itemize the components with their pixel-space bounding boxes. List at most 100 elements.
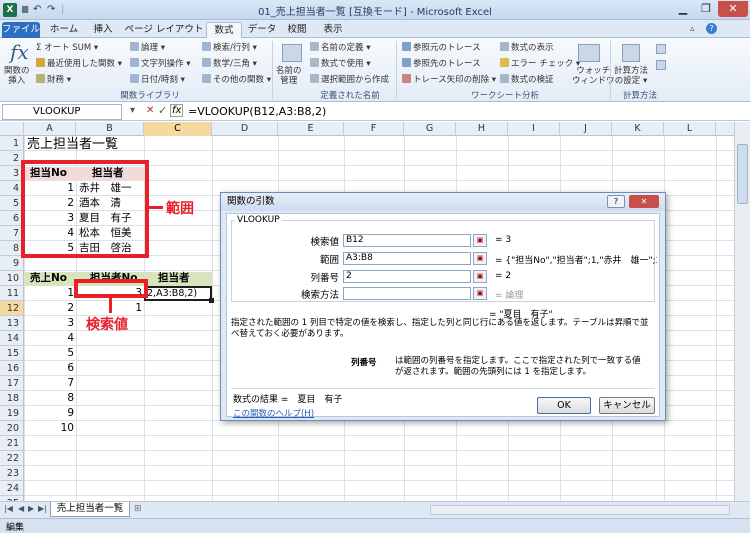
last-sheet-icon[interactable]: ▶| [38,504,47,513]
horizontal-scrollbar[interactable] [430,505,730,515]
row-header[interactable]: 20 [0,421,24,436]
error-check-button[interactable]: エラー チェック ▾ [500,57,580,69]
table2-sales-no[interactable]: 4 [24,331,74,346]
datetime-button[interactable]: 日付/時刻 ▾ [130,73,185,85]
help-icon[interactable]: ? [706,23,717,34]
table2-sales-no[interactable]: 10 [24,421,74,436]
tab-file[interactable]: ファイル [2,22,40,38]
row-header[interactable]: 9 [0,256,24,271]
create-from-selection-button[interactable]: 選択範囲から作成 [310,73,389,85]
name-box[interactable]: VLOOKUP [2,104,122,120]
column-header[interactable]: I [508,122,560,136]
row-header[interactable]: 16 [0,361,24,376]
name-manager-button[interactable]: 名前の 管理 [276,66,302,86]
autosum-button[interactable]: Σ オート SUM ▾ [36,41,98,53]
function-arguments-dialog[interactable]: 関数の引数 ? ✕ VLOOKUP 検索値 B12 ▣ = 3 範囲 A3:B8… [220,192,666,421]
first-sheet-icon[interactable]: |◀ [4,504,13,513]
close-window-icon[interactable]: ✕ [718,1,748,17]
row-header[interactable]: 11 [0,286,24,301]
row-header[interactable]: 12 [0,301,24,316]
enter-icon[interactable]: ✓ [158,104,167,117]
name-box-dropdown-icon[interactable]: ▾ [130,105,135,116]
row-header[interactable]: 21 [0,436,24,451]
column-header[interactable]: L [664,122,716,136]
table2-sales-no[interactable]: 1 [24,286,74,301]
ribbon-minimize-icon[interactable]: ▵ [690,24,695,34]
tab-home[interactable]: ホーム [44,22,84,38]
lookup-button[interactable]: 検索/行列 ▾ [202,41,257,53]
use-in-formula-button[interactable]: 数式で使用 ▾ [310,57,370,69]
vertical-scrollbar[interactable] [734,122,750,501]
dialog-close-icon[interactable]: ✕ [629,195,659,208]
column-header[interactable]: H [456,122,508,136]
math-button[interactable]: 数学/三角 ▾ [202,57,257,69]
define-name-button[interactable]: 名前の定義 ▾ [310,41,370,53]
table2-sales-no[interactable]: 6 [24,361,74,376]
tab-data[interactable]: データ [246,22,278,38]
row-header[interactable]: 10 [0,271,24,286]
arg-input-range-lookup[interactable] [343,287,471,300]
new-sheet-icon[interactable]: ⊞ [134,504,142,514]
tab-formulas[interactable]: 数式 [206,22,242,38]
recent-functions-button[interactable]: 最近使用した関数 ▾ [36,57,122,69]
insert-function-icon[interactable]: fx [10,40,29,64]
column-header[interactable]: J [560,122,612,136]
table2-sales-no[interactable]: 3 [24,316,74,331]
column-header[interactable]: K [612,122,664,136]
row-header[interactable]: 1 [0,136,24,151]
trace-dependents-button[interactable]: 参照先のトレース [402,57,481,69]
table2-sales-no[interactable]: 7 [24,376,74,391]
column-header[interactable]: B [76,122,144,136]
row-header[interactable]: 23 [0,466,24,481]
calculation-options-button[interactable]: 計算方法 の設定 ▾ [614,66,648,86]
row-header[interactable]: 18 [0,391,24,406]
ok-button[interactable]: OK [537,397,591,414]
scrollbar-thumb[interactable] [737,144,748,204]
other-functions-button[interactable]: その他の関数 ▾ [202,73,271,85]
remove-arrows-button[interactable]: トレース矢印の削除 ▾ [402,73,496,85]
trace-precedents-button[interactable]: 参照元のトレース [402,41,481,53]
tab-insert[interactable]: 挿入 [88,22,118,38]
logical-button[interactable]: 論理 ▾ [130,41,165,53]
cancel-icon[interactable]: ✕ [146,105,154,116]
show-formulas-button[interactable]: 数式の表示 [500,41,554,53]
prev-sheet-icon[interactable]: ◀ [18,504,24,513]
calculate-sheet-icon[interactable] [656,60,666,70]
row-header[interactable]: 14 [0,331,24,346]
row-header[interactable]: 17 [0,376,24,391]
sheet-tab-active[interactable]: 売上担当者一覧 [50,502,130,517]
column-header[interactable]: F [344,122,404,136]
table2-header-sales-no[interactable]: 売上No [30,271,67,286]
evaluate-formula-button[interactable]: 数式の検証 [500,73,554,85]
insert-function-fx-icon[interactable]: fx [170,104,184,117]
row-header[interactable]: 24 [0,481,24,496]
collapse-dialog-icon[interactable]: ▣ [473,270,487,283]
cancel-button[interactable]: キャンセル [599,397,655,414]
fill-handle[interactable] [209,298,214,303]
row-header[interactable]: 13 [0,316,24,331]
tab-view[interactable]: 表示 [318,22,348,38]
calculate-now-icon[interactable] [656,44,666,54]
table2-sales-no[interactable]: 9 [24,406,74,421]
arg-input-range[interactable]: A3:B8 [343,252,471,265]
collapse-dialog-icon[interactable]: ▣ [473,287,487,300]
tab-review[interactable]: 校閲 [282,22,312,38]
arg-input-col-index[interactable]: 2 [343,270,471,283]
watch-window-button[interactable]: ウォッチ ウィンドウ [572,66,615,86]
row-header[interactable]: 19 [0,406,24,421]
select-all-corner[interactable] [0,122,24,136]
table2-header-staff[interactable]: 担当者 [158,271,190,286]
formula-input[interactable]: =VLOOKUP(B12,A3:B8,2) [188,105,326,118]
function-help-link[interactable]: この関数のヘルプ(H) [233,407,314,419]
next-sheet-icon[interactable]: ▶ [28,504,34,513]
financial-button[interactable]: 財務 ▾ [36,73,71,85]
column-header[interactable]: A [24,122,76,136]
active-cell-editing-text[interactable]: 2,A3:B8,2) [147,286,197,301]
column-header[interactable]: C [144,122,212,136]
insert-function-button[interactable]: 関数の 挿入 [4,66,30,86]
collapse-dialog-icon[interactable]: ▣ [473,252,487,265]
dialog-title-bar[interactable]: 関数の引数 ? ✕ [221,193,665,211]
row-header[interactable]: 22 [0,451,24,466]
row-header[interactable]: 15 [0,346,24,361]
sheet-title[interactable]: 売上担当者一覧 [27,137,118,152]
